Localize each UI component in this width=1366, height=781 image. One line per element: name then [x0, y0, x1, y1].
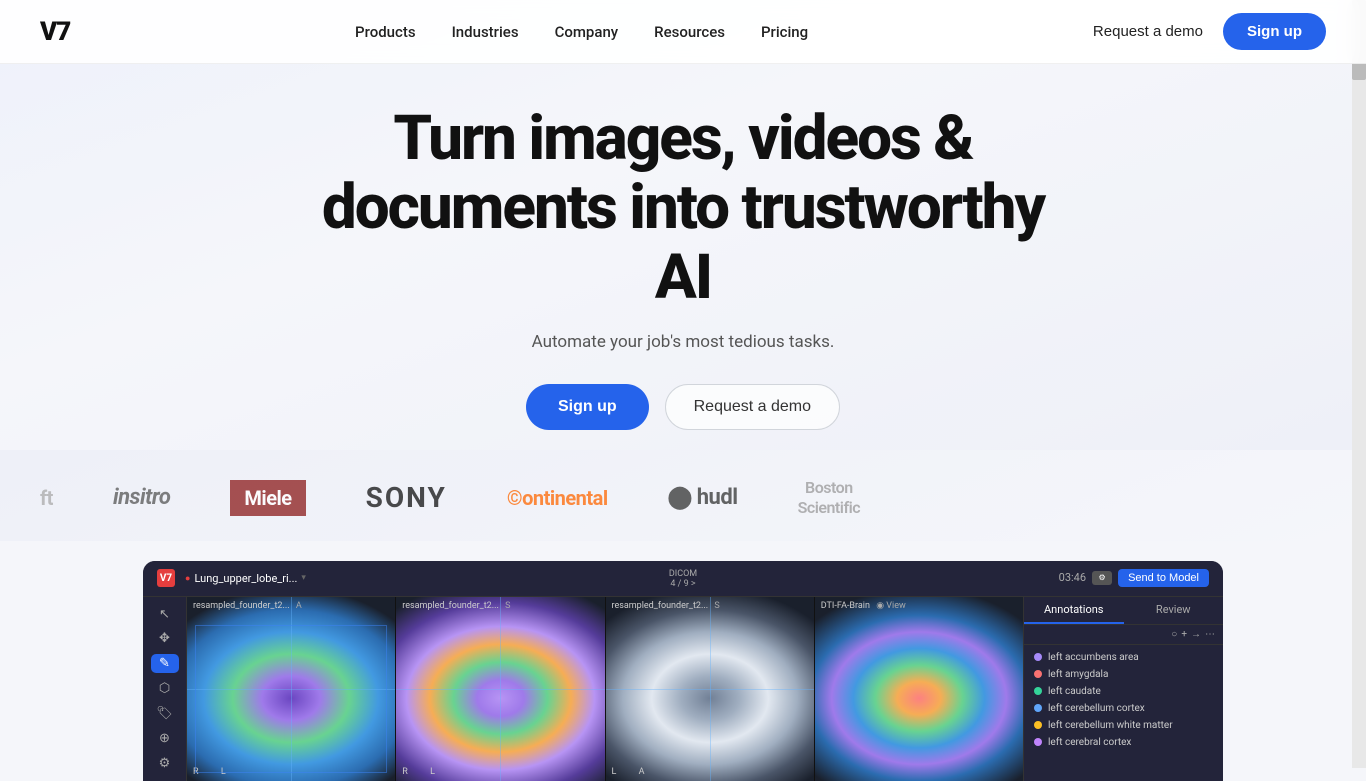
nav-industries[interactable]: Industries — [452, 23, 519, 41]
ann-dot-4 — [1034, 704, 1042, 712]
ann-tool-more[interactable]: ⋯ — [1205, 629, 1215, 640]
logo-sony: SONY — [366, 481, 447, 514]
annotations-tabs: Annotations Review — [1024, 597, 1223, 625]
ann-label-2: left amygdala — [1048, 669, 1108, 680]
logo-hudl: ⬤ hudl — [668, 485, 738, 510]
hero-section: Turn images, videos & documents into tru… — [0, 0, 1366, 450]
sidebar-shape-icon[interactable]: ⬡ — [151, 679, 179, 698]
nav-products[interactable]: Products — [355, 23, 416, 41]
ann-tool-arrow[interactable]: → — [1191, 629, 1201, 640]
nav-actions: Request a demo Sign up — [1093, 13, 1326, 50]
hero-actions: Sign up Request a demo — [526, 384, 840, 430]
ann-label-3: left caudate — [1048, 686, 1101, 697]
sidebar-settings-icon[interactable]: ⚙ — [151, 754, 179, 773]
app-titlebar: V7 ● Lung_upper_lobe_ri... ▾ DICOM 4 / 9… — [143, 561, 1223, 597]
logo-softly: ft — [40, 486, 53, 510]
tab-review[interactable]: Review — [1124, 597, 1224, 624]
navbar: V7 Products Industries Company Resources… — [0, 0, 1366, 64]
sidebar-draw-icon[interactable]: ✎ — [151, 654, 179, 673]
sidebar-label-icon[interactable]: 🏷 — [151, 704, 179, 723]
scan-panel-4-label: DTI-FA-Brain ◉ View — [821, 601, 906, 611]
logo-continental: ©ontinental — [507, 486, 608, 510]
logo-boston: BostonScientific — [798, 478, 861, 516]
nav-pricing[interactable]: Pricing — [761, 23, 808, 41]
ann-dot-2 — [1034, 670, 1042, 678]
app-window: V7 ● Lung_upper_lobe_ri... ▾ DICOM 4 / 9… — [143, 561, 1223, 781]
scan-panels: resampled_founder_t2... A R L resampled_… — [187, 597, 1023, 781]
ann-label-5: left cerebellum white matter — [1048, 720, 1173, 731]
app-logo: V7 — [157, 569, 175, 587]
scan-panel-2: resampled_founder_t2... S R L — [396, 597, 604, 781]
ann-label-4: left cerebellum cortex — [1048, 703, 1145, 714]
dicom-info: DICOM 4 / 9 > — [669, 569, 697, 589]
logo-insitro: insitro — [113, 485, 170, 510]
nav-links: Products Industries Company Resources Pr… — [355, 22, 808, 41]
annotation-item-6: left cerebral cortex — [1024, 734, 1223, 751]
sidebar-cursor-icon[interactable]: ↖ — [151, 605, 179, 624]
annotation-item-2: left amygdala — [1024, 666, 1223, 683]
scan-panel-1: resampled_founder_t2... A R L — [187, 597, 395, 781]
app-tab-active[interactable]: ● Lung_upper_lobe_ri... ▾ — [185, 572, 306, 585]
app-preview: V7 ● Lung_upper_lobe_ri... ▾ DICOM 4 / 9… — [0, 541, 1366, 781]
hero-title: Turn images, videos & documents into tru… — [293, 104, 1073, 312]
scan-panel-3-label: resampled_founder_t2... S — [612, 601, 720, 611]
ann-label-6: left cerebral cortex — [1048, 737, 1131, 748]
ann-tool-plus[interactable]: + — [1181, 629, 1187, 640]
scrollbar-track[interactable] — [1352, 0, 1366, 768]
nav-request-demo[interactable]: Request a demo — [1093, 23, 1203, 40]
ann-dot-3 — [1034, 687, 1042, 695]
annotation-item-5: left cerebellum white matter — [1024, 717, 1223, 734]
logos-inner: ft insitro Miele SONY ©ontinental ⬤ hudl… — [0, 478, 1366, 516]
annotation-item-3: left caudate — [1024, 683, 1223, 700]
annotation-item-4: left cerebellum cortex — [1024, 700, 1223, 717]
annotation-item-1: left accumbens area — [1024, 649, 1223, 666]
send-to-model-button[interactable]: Send to Model — [1118, 569, 1209, 587]
scan-panel-3: resampled_founder_t2... S L A — [606, 597, 814, 781]
app-sidebar: ↖ ✥ ✎ ⬡ 🏷 ⊕ ⚙ — [143, 597, 187, 781]
hero-demo-button[interactable]: Request a demo — [665, 384, 840, 430]
logo: V7 — [40, 17, 70, 47]
ann-dot-5 — [1034, 721, 1042, 729]
annotations-panel: Annotations Review ○ + → ⋯ left accumben… — [1023, 597, 1223, 781]
nav-resources[interactable]: Resources — [654, 23, 725, 41]
ann-dot-1 — [1034, 653, 1042, 661]
nav-sign-up[interactable]: Sign up — [1223, 13, 1326, 50]
ann-dot-6 — [1034, 738, 1042, 746]
hero-subtitle: Automate your job's most tedious tasks. — [532, 332, 835, 352]
sidebar-pan-icon[interactable]: ✥ — [151, 630, 179, 649]
logos-strip: ft insitro Miele SONY ©ontinental ⬤ hudl… — [0, 450, 1366, 540]
sidebar-zoom-icon[interactable]: ⊕ — [151, 729, 179, 748]
scan-panel-1-label: resampled_founder_t2... A — [193, 601, 302, 611]
tab-annotations[interactable]: Annotations — [1024, 597, 1124, 624]
scan-panel-4: DTI-FA-Brain ◉ View — [815, 597, 1023, 781]
scan-panel-2-label: resampled_founder_t2... S — [402, 601, 510, 611]
app-content: ↖ ✥ ✎ ⬡ 🏷 ⊕ ⚙ resampled_founder_t2... A … — [143, 597, 1223, 781]
ann-tool-circle[interactable]: ○ — [1171, 629, 1177, 640]
hero-signup-button[interactable]: Sign up — [526, 384, 649, 430]
logo-miele: Miele — [230, 480, 305, 516]
annotations-list: left accumbens area left amygdala left c… — [1024, 645, 1223, 781]
nav-company[interactable]: Company — [555, 23, 619, 41]
app-timer: 03:46 ⚙ Send to Model — [1059, 569, 1209, 587]
ann-label-1: left accumbens area — [1048, 652, 1139, 663]
